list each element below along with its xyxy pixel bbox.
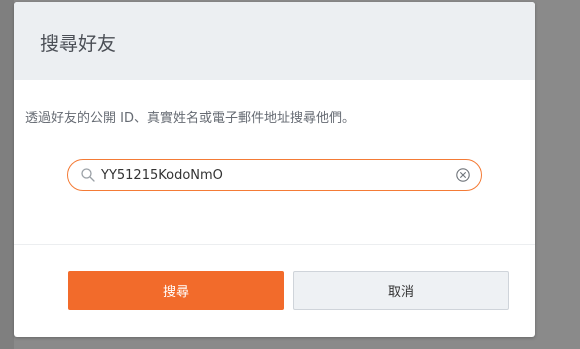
search-icon xyxy=(80,167,96,183)
dialog-header: 搜尋好友 xyxy=(14,2,535,80)
search-friends-dialog: 搜尋好友 透過好友的公開 ID、真實姓名或電子郵件地址搜尋他們。 搜尋 取消 xyxy=(14,2,535,337)
search-button[interactable]: 搜尋 xyxy=(68,271,284,310)
cancel-button[interactable]: 取消 xyxy=(293,271,509,310)
overlay-backdrop xyxy=(0,0,14,349)
dialog-description: 透過好友的公開 ID、真實姓名或電子郵件地址搜尋他們。 xyxy=(25,111,355,126)
clear-circle-x-icon[interactable] xyxy=(455,167,471,183)
footer-divider xyxy=(14,244,535,245)
dialog-title: 搜尋好友 xyxy=(40,33,117,55)
search-input[interactable] xyxy=(101,163,441,187)
search-field[interactable] xyxy=(67,159,482,191)
